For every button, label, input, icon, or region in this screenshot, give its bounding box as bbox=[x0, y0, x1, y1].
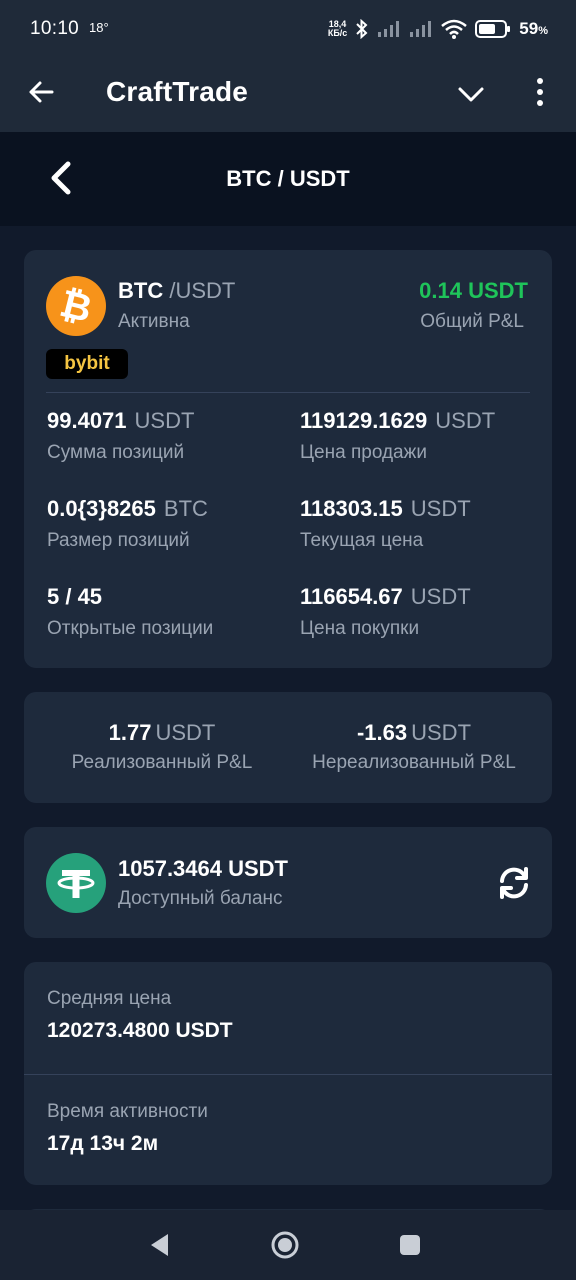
position-status: Активна bbox=[118, 311, 190, 332]
stat-label: Текущая цена bbox=[300, 530, 424, 551]
stat-label: Цена продажи bbox=[300, 442, 427, 463]
stat-value: 119129.1629 bbox=[300, 408, 428, 433]
stat-unit: USDT bbox=[410, 496, 471, 521]
pnl-card: 1.77 USDT Реализованный P&L -1.63 USDT Нер… bbox=[24, 692, 552, 803]
stat-buy-price: 116654.67 USDT Цена покупки bbox=[300, 584, 471, 640]
stat-open-positions: 5 / 45 Открытые позиции bbox=[47, 584, 213, 640]
info-card: Средняя цена 120273.4800 USDT Время акти… bbox=[24, 962, 552, 1185]
more-vert-icon[interactable] bbox=[528, 76, 552, 110]
realized-pnl-value: 1.77 bbox=[108, 720, 152, 745]
stat-value: 116654.67 bbox=[300, 584, 403, 609]
network-speed-unit: КБ/с bbox=[327, 28, 348, 38]
pair-title: BTC / USDT bbox=[226, 166, 350, 191]
avg-price-value: 120273.4800 USDT bbox=[47, 1019, 233, 1042]
active-time-label: Время активности bbox=[47, 1101, 208, 1122]
stat-unit: BTC bbox=[163, 496, 208, 521]
status-icons: 18,4 КБ/с 59% bbox=[328, 19, 548, 39]
nav-recents-icon[interactable] bbox=[399, 1234, 421, 1256]
stat-unit: USDT bbox=[134, 408, 195, 433]
network-speed: 18,4 КБ/с bbox=[328, 20, 347, 38]
refresh-icon[interactable] bbox=[496, 865, 532, 901]
realized-pnl-label: Реализованный P&L bbox=[71, 752, 253, 773]
divider bbox=[46, 392, 530, 393]
back-arrow-icon[interactable] bbox=[26, 77, 56, 107]
battery-icon bbox=[475, 20, 511, 38]
unrealized-pnl-label: Нереализованный P&L bbox=[312, 752, 516, 773]
stat-value: 99.4071 bbox=[47, 408, 127, 433]
stat-value: 118303.15 bbox=[300, 496, 403, 521]
wifi-icon bbox=[441, 19, 468, 39]
chevron-down-icon[interactable] bbox=[456, 80, 486, 108]
total-pnl-value: 0.14 USDT bbox=[419, 278, 528, 303]
balance-value: 1057.3464 USDT bbox=[118, 856, 288, 881]
nav-home-icon[interactable] bbox=[270, 1230, 300, 1260]
active-time-value: 17д 13ч 2м bbox=[47, 1132, 159, 1155]
stat-current-price: 118303.15 USDT Текущая цена bbox=[300, 496, 471, 552]
total-pnl-label: Общий P&L bbox=[420, 311, 524, 332]
signal-icon-2 bbox=[410, 21, 432, 37]
battery-unit: % bbox=[538, 25, 548, 37]
nav-back-icon[interactable] bbox=[148, 1232, 172, 1258]
signal-icon bbox=[378, 21, 400, 37]
svg-text:₿: ₿ bbox=[56, 283, 96, 331]
system-nav-bar bbox=[0, 1210, 576, 1280]
stat-position-sum: 99.4071 USDT Сумма позиций bbox=[47, 408, 194, 464]
unrealized-pnl: -1.63 USDT Нереализованный P&L bbox=[282, 720, 546, 774]
position-card: ₿ BTC /USDT Активна 0.14 USDT Общий P&L … bbox=[24, 250, 552, 668]
status-temperature: 18° bbox=[89, 19, 109, 35]
balance-card: 1057.3464 USDT Доступный баланс bbox=[24, 827, 552, 938]
divider bbox=[24, 1074, 552, 1075]
unrealized-pnl-value: -1.63 bbox=[356, 720, 408, 745]
stat-value: 0.0{3}8265 bbox=[47, 496, 156, 521]
stat-label: Цена покупки bbox=[300, 618, 420, 639]
quote-asset: /USDT bbox=[169, 278, 236, 303]
status-bar: 10:10 18° 18,4 КБ/с 59% bbox=[0, 0, 576, 58]
pair-header: BTC / USDT bbox=[0, 132, 576, 226]
stat-sell-price: 119129.1629 USDT Цена продажи bbox=[300, 408, 495, 464]
realized-pnl: 1.77 USDT Реализованный P&L bbox=[30, 720, 294, 774]
position-pair: BTC /USDT bbox=[118, 278, 235, 304]
battery-percent: 59% bbox=[519, 19, 548, 39]
bluetooth-icon bbox=[356, 19, 368, 39]
stat-label: Размер позиций bbox=[47, 530, 190, 551]
status-time: 10:10 bbox=[30, 18, 80, 39]
tether-icon bbox=[46, 853, 106, 913]
app-bar: CraftTrade bbox=[0, 58, 576, 132]
battery-value: 59 bbox=[519, 19, 539, 38]
stat-unit: USDT bbox=[410, 584, 471, 609]
avg-price-label: Средняя цена bbox=[47, 988, 172, 1009]
stat-label: Открытые позиции bbox=[47, 618, 214, 639]
stat-value: 5 / 45 bbox=[47, 584, 103, 609]
exchange-badge: bybit bbox=[46, 349, 128, 379]
unrealized-pnl-unit: USDT bbox=[411, 720, 472, 745]
stat-unit: USDT bbox=[435, 408, 496, 433]
app-title: CraftTrade bbox=[106, 76, 249, 107]
stat-position-size: 0.0{3}8265 BTC Размер позиций bbox=[47, 496, 208, 552]
stat-label: Сумма позиций bbox=[47, 442, 185, 463]
bitcoin-icon: ₿ bbox=[46, 276, 106, 336]
realized-pnl-unit: USDT bbox=[155, 720, 216, 745]
base-asset: BTC bbox=[118, 278, 164, 303]
balance-label: Доступный баланс bbox=[118, 888, 283, 909]
